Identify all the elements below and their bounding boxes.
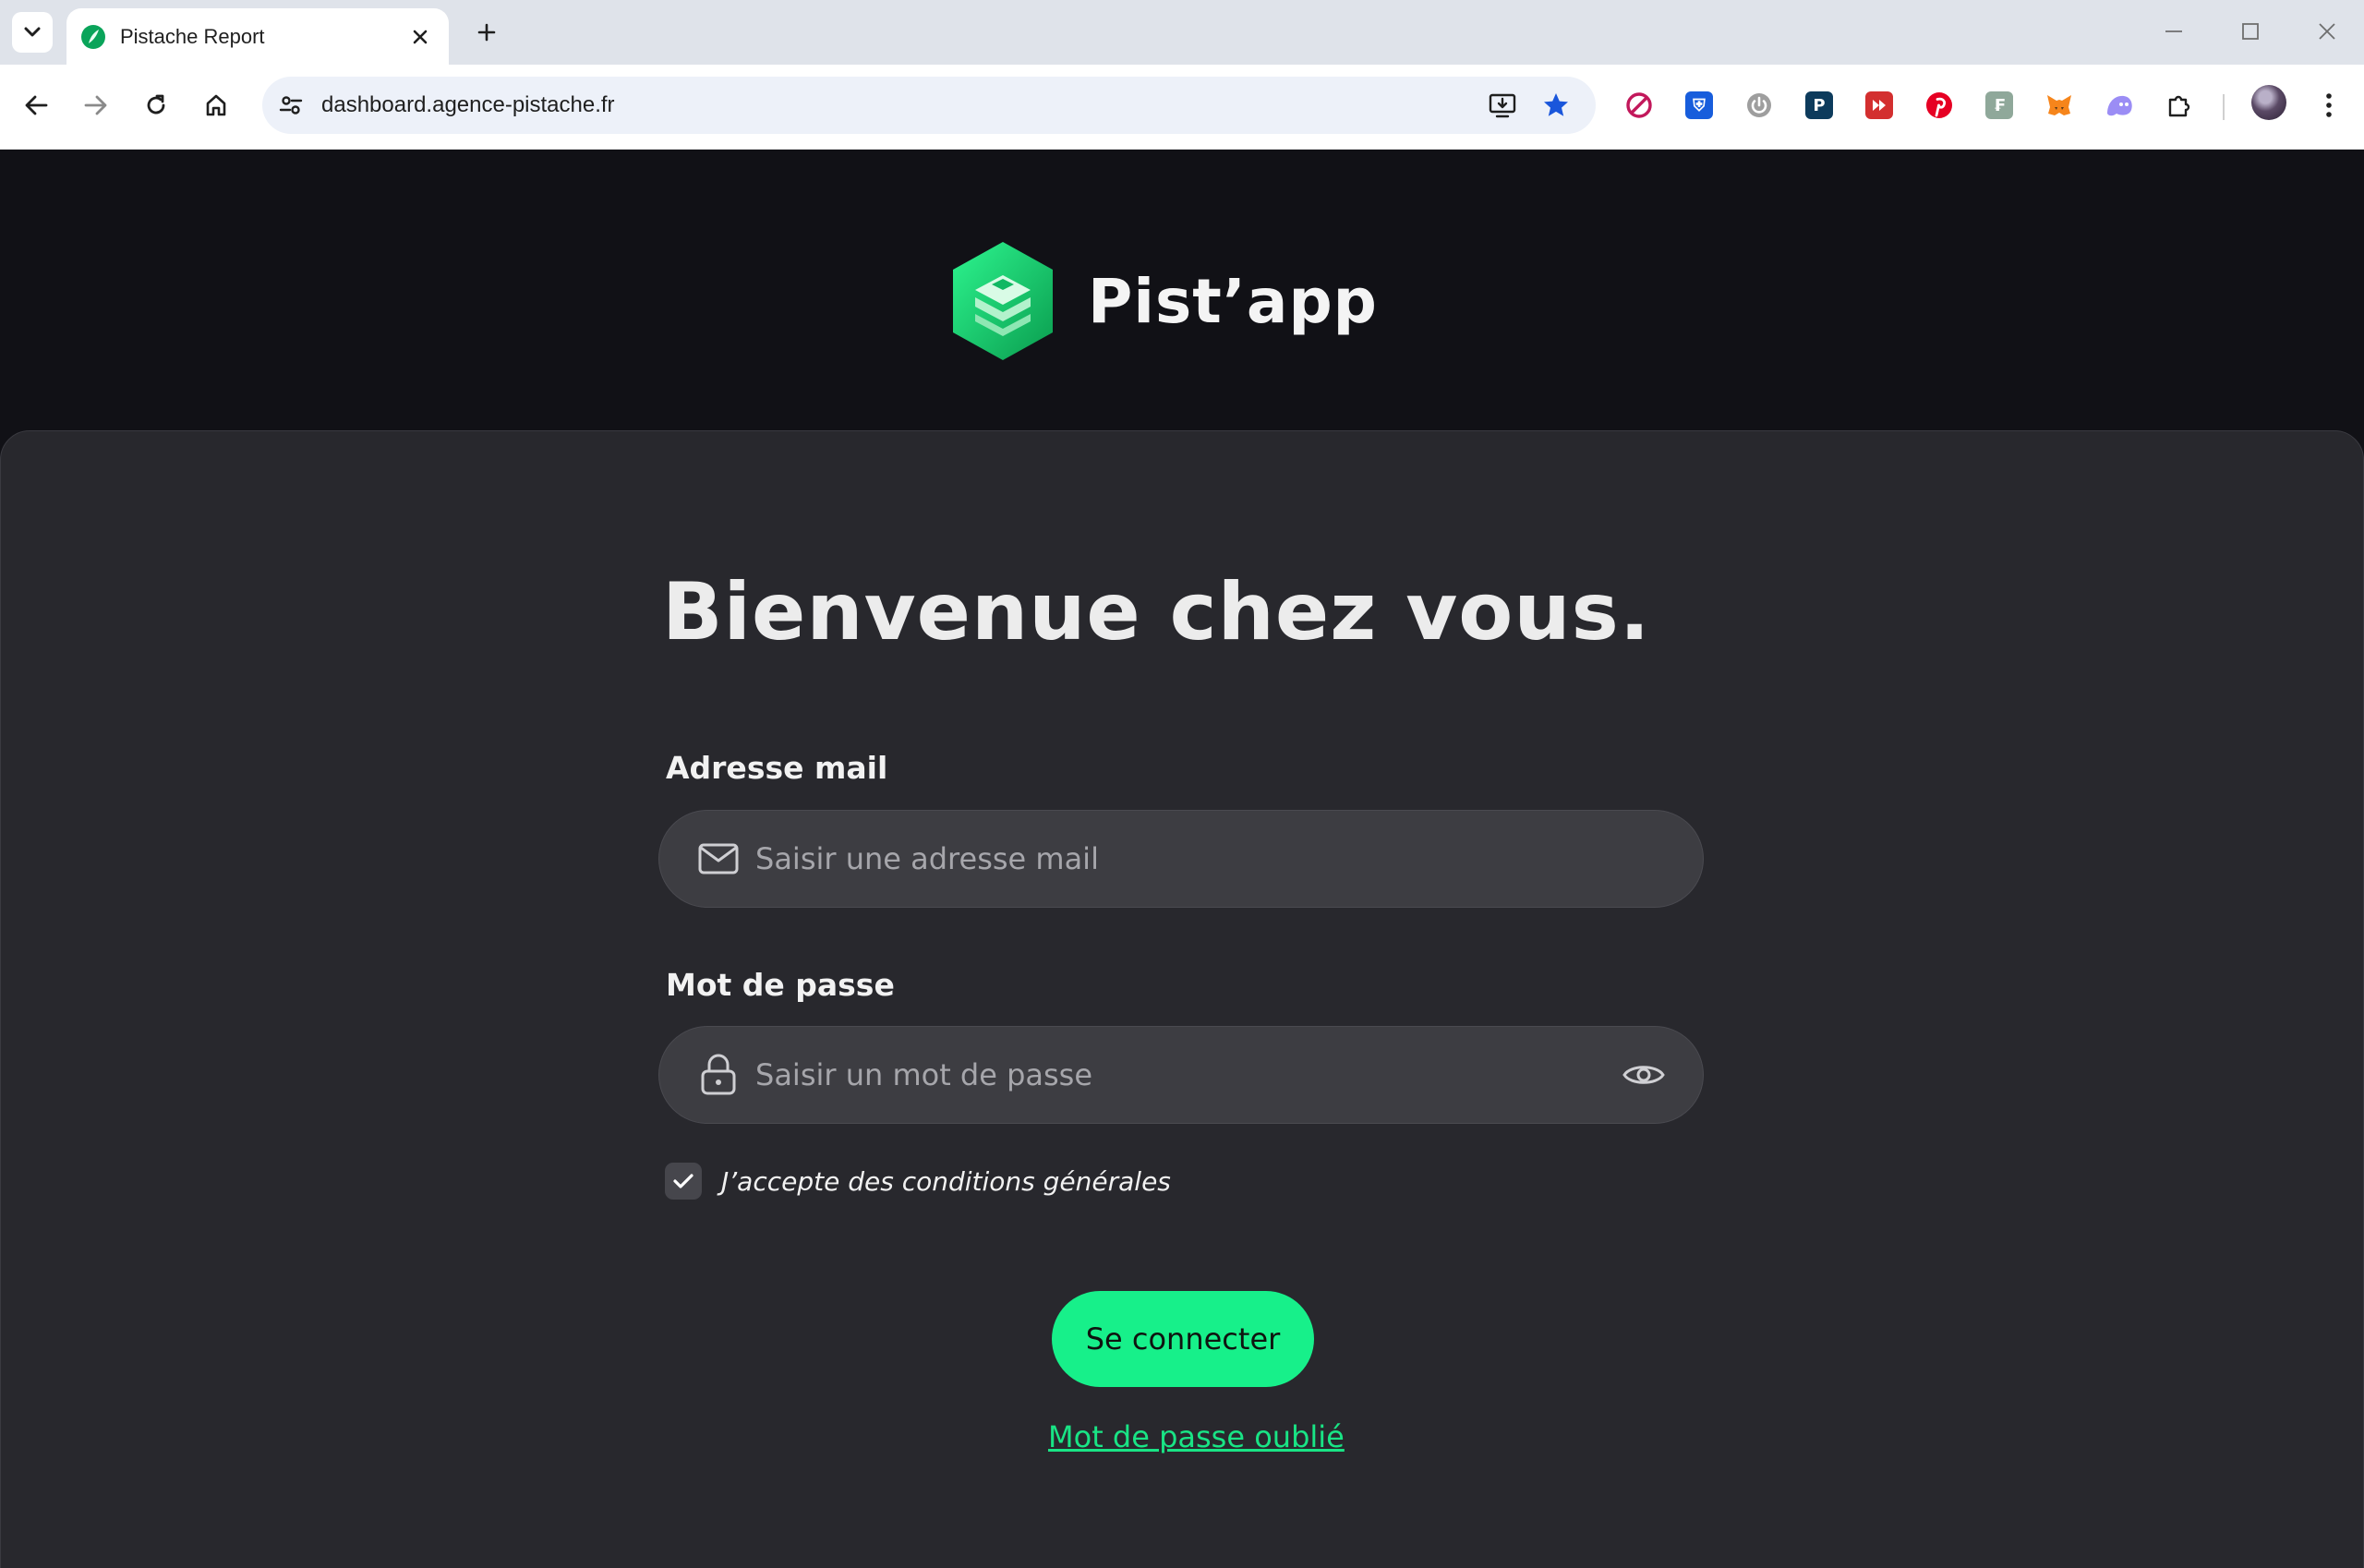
terms-checkbox[interactable] <box>665 1163 702 1200</box>
pistapp-logo-icon <box>953 242 1053 360</box>
star-icon <box>1544 93 1568 116</box>
extension-pinterest[interactable] <box>1921 87 1958 124</box>
metamask-icon <box>2047 95 2071 115</box>
extension-metamask[interactable] <box>2041 87 2078 124</box>
forgot-password-link[interactable]: Mot de passe oublié <box>1048 1419 1345 1454</box>
extensions-button[interactable] <box>2161 87 2198 124</box>
chevron-down-icon <box>24 27 41 37</box>
ghost-icon <box>2107 95 2132 116</box>
tab-title: Pistache Report <box>120 24 265 48</box>
install-app-button[interactable] <box>1481 84 1524 127</box>
browser-tab-strip: Pistache Report <box>0 0 2364 65</box>
arrow-right-icon <box>84 95 107 115</box>
maximize-button[interactable] <box>2223 9 2278 54</box>
browser-menu-button[interactable] <box>2310 87 2347 124</box>
toolbar-separator <box>2223 94 2225 120</box>
brand-name: Pist’app <box>1088 265 1378 337</box>
brand-logo: Pist’app <box>946 238 1378 364</box>
extension-power[interactable] <box>1741 87 1778 124</box>
page-title: Bienvenue chez vous. <box>662 566 1651 658</box>
browser-tab[interactable]: Pistache Report <box>66 8 449 65</box>
new-tab-button[interactable] <box>467 13 506 52</box>
email-input[interactable] <box>755 811 1703 907</box>
browser-toolbar: dashboard.agence-pistache.fr ⛨ P ₣ <box>0 65 2364 150</box>
login-page: Pist’app Bienvenue chez vous. Adresse ma… <box>0 150 2364 1568</box>
tab-close-button[interactable] <box>406 23 434 51</box>
address-bar[interactable]: dashboard.agence-pistache.fr <box>262 77 1596 134</box>
minimize-icon <box>2165 30 2182 32</box>
profile-avatar[interactable] <box>2251 85 2286 120</box>
site-info-button[interactable] <box>271 86 310 125</box>
extension-blocker[interactable] <box>1621 87 1658 124</box>
pinterest-icon <box>1926 92 1952 118</box>
extension-forward-badge[interactable] <box>1861 87 1898 124</box>
bitwarden-icon: ⛨ <box>1685 91 1713 119</box>
eye-icon <box>1622 1066 1665 1084</box>
blocker-icon <box>1626 92 1652 118</box>
translate-icon: ₣ <box>1985 91 2013 119</box>
close-window-button[interactable] <box>2299 9 2355 54</box>
forward-button[interactable] <box>76 85 116 126</box>
login-button[interactable]: Se connecter <box>1052 1291 1314 1387</box>
extension-p-badge[interactable]: P <box>1801 87 1838 124</box>
tab-list-button[interactable] <box>12 12 53 53</box>
reload-icon <box>147 94 165 115</box>
toggle-password-visibility[interactable] <box>1620 1051 1668 1099</box>
extension-bitwarden[interactable]: ⛨ <box>1681 87 1718 124</box>
arrow-left-icon <box>25 95 48 115</box>
tune-icon <box>279 96 303 115</box>
plus-icon <box>477 23 496 42</box>
home-button[interactable] <box>196 85 236 126</box>
pistache-favicon-icon <box>79 23 107 51</box>
password-field[interactable] <box>658 1026 1704 1124</box>
install-app-icon <box>1489 93 1516 118</box>
back-button[interactable] <box>16 85 56 126</box>
extension-ghost[interactable] <box>2101 87 2138 124</box>
bookmark-button[interactable] <box>1535 84 1577 127</box>
close-icon <box>413 30 428 43</box>
close-window-icon <box>2319 23 2335 40</box>
minimize-button[interactable] <box>2146 9 2201 54</box>
email-label: Adresse mail <box>666 750 888 786</box>
maximize-icon <box>2242 23 2259 40</box>
p-badge-icon: P <box>1805 91 1833 119</box>
password-label: Mot de passe <box>666 967 895 1003</box>
terms-label[interactable]: J’accepte des conditions générales <box>721 1166 1171 1197</box>
puzzle-icon <box>2168 95 2190 117</box>
email-field[interactable] <box>658 810 1704 908</box>
url-text[interactable]: dashboard.agence-pistache.fr <box>321 92 1596 118</box>
reload-button[interactable] <box>136 85 176 126</box>
home-icon <box>206 94 226 116</box>
lock-icon <box>694 1051 742 1099</box>
extension-translate[interactable]: ₣ <box>1981 87 2018 124</box>
kebab-menu-icon <box>2326 93 2332 117</box>
check-icon <box>673 1174 694 1188</box>
password-input[interactable] <box>755 1027 1620 1123</box>
mail-icon <box>694 835 742 883</box>
login-card: Bienvenue chez vous. Adresse mail Mot de… <box>0 430 2364 1568</box>
forward-badge-icon <box>1865 91 1893 119</box>
power-icon <box>1747 93 1771 117</box>
